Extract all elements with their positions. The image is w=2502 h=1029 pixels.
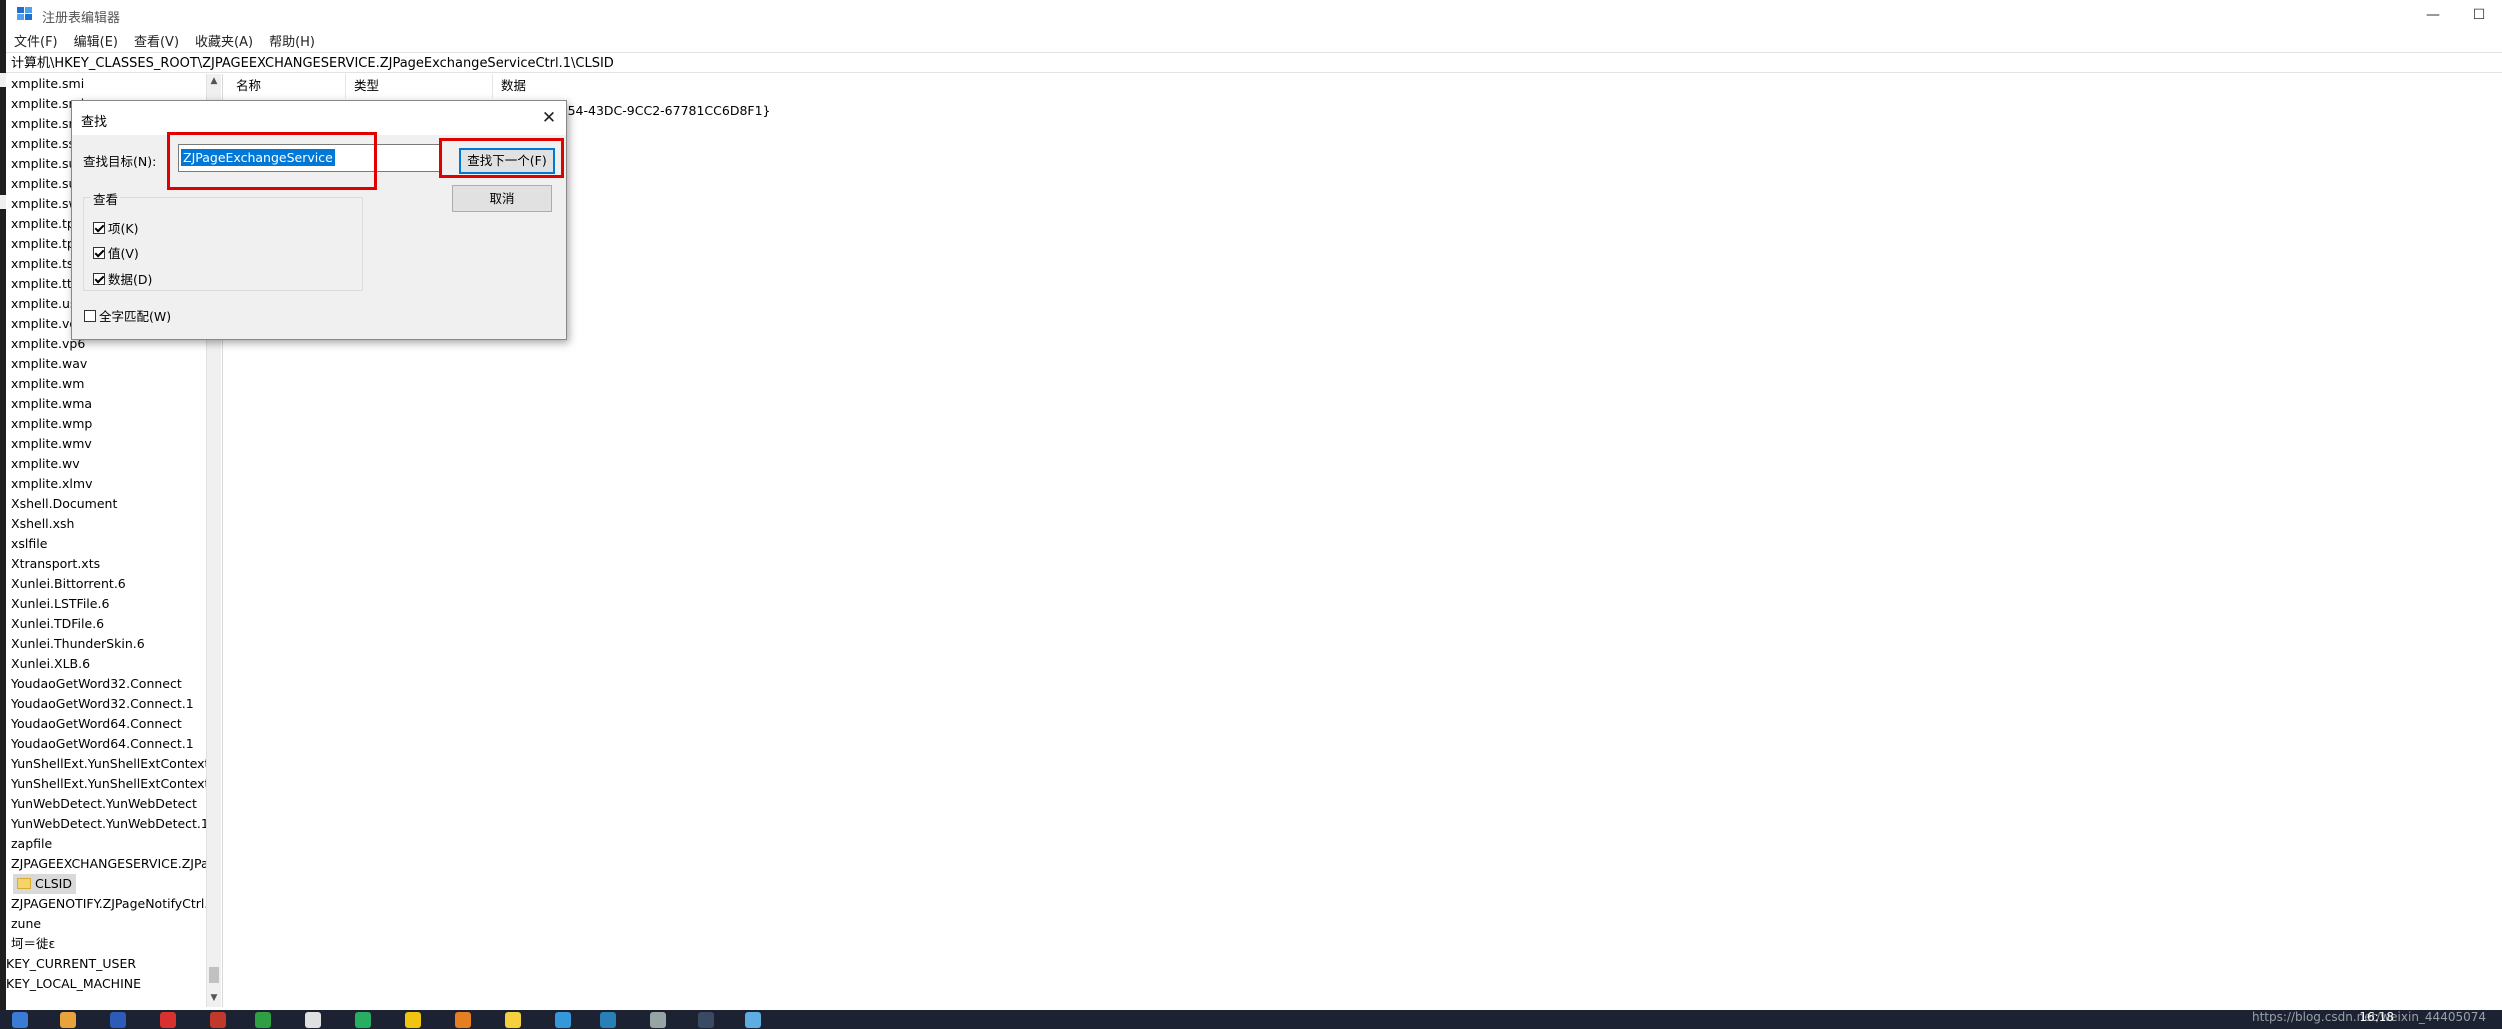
checkbox-checked-icon <box>93 246 105 259</box>
tree-item[interactable]: YunWebDetect.YunWebDetect.1 <box>11 814 206 834</box>
tree-item[interactable]: Xunlei.Bittorrent.6 <box>11 574 126 594</box>
tree-item-label: CLSID <box>35 876 72 891</box>
tree-item[interactable]: Xunlei.XLB.6 <box>11 654 90 674</box>
menu-favorites[interactable]: 收藏夹(A) <box>187 31 261 50</box>
tree-item[interactable]: 坷＝徙ε <box>11 934 55 954</box>
checkbox-checked-icon <box>93 221 105 234</box>
menu-view[interactable]: 查看(V) <box>126 31 187 50</box>
tree-item[interactable]: xmplite.tta <box>11 274 79 294</box>
menu-edit[interactable]: 编辑(E) <box>66 31 126 50</box>
tree-item[interactable]: YunShellExt.YunShellExtContextMe <box>11 774 206 794</box>
column-name[interactable]: 名称 <box>228 74 346 98</box>
checkbox-unchecked-icon <box>84 309 96 322</box>
tree-item-clsid-selected[interactable]: CLSID <box>13 874 76 894</box>
tree-item[interactable]: YoudaoGetWord64.Connect <box>11 714 182 734</box>
tree-item[interactable]: zune <box>11 914 41 934</box>
keys-checkbox[interactable]: 项(K) <box>93 218 138 237</box>
app-icon[interactable] <box>355 1012 371 1028</box>
look-at-label: 查看 <box>91 189 121 208</box>
tree-item[interactable]: xmplite.smi <box>11 74 84 94</box>
find-dialog-title: 查找 <box>81 115 108 130</box>
app-icon[interactable] <box>505 1012 521 1028</box>
app-icon[interactable] <box>745 1012 761 1028</box>
tree-item[interactable]: YunWebDetect.YunWebDetect <box>11 794 197 814</box>
tree-item[interactable]: Xshell.Document <box>11 494 117 514</box>
tree-item[interactable]: ZJPAGEEXCHANGESERVICE.ZJPag <box>11 854 206 874</box>
highlight-box-input <box>167 132 377 190</box>
tree-item[interactable]: xmplite.wmv <box>11 434 92 454</box>
tree-item[interactable]: YunShellExt.YunShellExtContextMe <box>11 754 206 774</box>
maximize-button[interactable]: ☐ <box>2456 0 2502 29</box>
photoshop-icon[interactable] <box>110 1012 126 1028</box>
menu-file[interactable]: 文件(F) <box>6 31 66 50</box>
registry-app-icon <box>17 7 32 20</box>
menu-help[interactable]: 帮助(H) <box>261 31 323 50</box>
tree-item[interactable]: xmplite.wav <box>11 354 87 374</box>
app-icon[interactable] <box>650 1012 666 1028</box>
tree-item-hklm[interactable]: KEY_LOCAL_MACHINE <box>6 974 141 994</box>
app-icon[interactable] <box>600 1012 616 1028</box>
tree-item[interactable]: zapfile <box>11 834 52 854</box>
app-icon[interactable] <box>405 1012 421 1028</box>
values-checkbox-label: 值(V) <box>108 246 139 261</box>
tree-item[interactable]: xmplite.tp <box>11 214 75 234</box>
tree-item[interactable]: Xunlei.ThunderSkin.6 <box>11 634 145 654</box>
tree-item[interactable]: Xunlei.LSTFile.6 <box>11 594 109 614</box>
app-icon[interactable] <box>210 1012 226 1028</box>
tree-item[interactable]: ZJPAGENOTIFY.ZJPageNotifyCtrl.1 <box>11 894 206 914</box>
folder-icon <box>17 878 31 889</box>
explorer-icon[interactable] <box>60 1012 76 1028</box>
tree-item[interactable]: xmplite.wmp <box>11 414 92 434</box>
app-icon[interactable] <box>305 1012 321 1028</box>
tree-item[interactable]: xmplite.srt <box>11 114 79 134</box>
tree-item[interactable]: xmplite.xlmv <box>11 474 92 494</box>
cancel-button[interactable]: 取消 <box>452 185 552 212</box>
value-data-cell: 2-3F54-43DC-9CC2-67781CC6D8F1} <box>540 103 771 118</box>
find-dialog-titlebar: 查找 ✕ <box>72 101 566 135</box>
values-checkbox[interactable]: 值(V) <box>93 243 139 262</box>
tree-item[interactable]: Xtransport.xts <box>11 554 100 574</box>
scroll-thumb[interactable] <box>209 967 219 983</box>
tree-item[interactable]: YoudaoGetWord64.Connect.1 <box>11 734 194 754</box>
tree-item[interactable]: Xshell.xsh <box>11 514 74 534</box>
column-data[interactable]: 数据 <box>493 74 693 98</box>
registry-editor-taskbar-icon[interactable] <box>698 1012 714 1028</box>
tree-item[interactable]: xslfile <box>11 534 47 554</box>
tree-item[interactable]: YoudaoGetWord32.Connect <box>11 674 182 694</box>
tree-item-hkcu[interactable]: KEY_CURRENT_USER <box>6 954 136 974</box>
tree-item[interactable]: Xunlei.TDFile.6 <box>11 614 104 634</box>
tree-item[interactable]: xmplite.wma <box>11 394 92 414</box>
app-icon[interactable] <box>555 1012 571 1028</box>
app-icon[interactable] <box>455 1012 471 1028</box>
minimize-button[interactable]: — <box>2410 0 2456 29</box>
window-title: 注册表编辑器 <box>42 11 121 26</box>
scroll-down-icon[interactable]: ▼ <box>207 991 221 1005</box>
tree-item[interactable]: xmplite.wm <box>11 374 84 394</box>
tree-item[interactable]: YoudaoGetWord32.Connect.1 <box>11 694 194 714</box>
whole-word-checkbox-label: 全字匹配(W) <box>99 309 172 324</box>
menu-bar: 文件(F) 编辑(E) 查看(V) 收藏夹(A) 帮助(H) <box>6 29 2502 51</box>
address-bar[interactable]: 计算机\HKEY_CLASSES_ROOT\ZJPAGEEXCHANGESERV… <box>6 52 2502 73</box>
start-icon[interactable] <box>12 1012 28 1028</box>
checkbox-checked-icon <box>93 272 105 285</box>
find-dialog: 查找 ✕ 查找目标(N): ZJPageExchangeService 查找下一… <box>71 100 567 340</box>
app-icon[interactable] <box>255 1012 271 1028</box>
data-checkbox[interactable]: 数据(D) <box>93 269 152 288</box>
title-bar: 注册表编辑器 — ☐ <box>6 0 2502 29</box>
tree-item[interactable]: xmplite.ts <box>11 254 73 274</box>
clock[interactable]: 16:18 <box>2359 1010 2394 1024</box>
close-icon[interactable]: ✕ <box>532 101 566 135</box>
scroll-up-icon[interactable]: ▲ <box>207 74 221 88</box>
column-type[interactable]: 类型 <box>346 74 493 98</box>
taskbar: https://blog.csdn.net/weixin_44405074 16… <box>0 1010 2502 1029</box>
highlight-box-find-next <box>439 138 564 178</box>
tree-item[interactable]: xmplite.tpr <box>11 234 80 254</box>
tree-item[interactable]: xmplite.wv <box>11 454 80 474</box>
find-what-label: 查找目标(N): <box>83 154 157 169</box>
app-icon[interactable] <box>160 1012 176 1028</box>
whole-word-checkbox[interactable]: 全字匹配(W) <box>84 306 171 325</box>
keys-checkbox-label: 项(K) <box>108 221 139 236</box>
values-list-header: 名称 类型 数据 <box>228 74 693 98</box>
data-checkbox-label: 数据(D) <box>108 272 153 287</box>
